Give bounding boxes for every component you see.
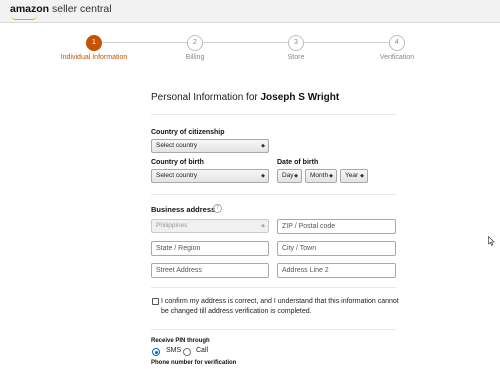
- sms-radio[interactable]: [152, 348, 160, 356]
- city-input[interactable]: City / Town: [277, 241, 396, 256]
- step-1-label: Individual Information: [60, 54, 128, 61]
- birth-year-value: Year: [345, 172, 359, 179]
- select-arrows-icon: ◆: [261, 173, 265, 179]
- birth-date-label: Date of birth: [277, 159, 319, 166]
- birth-day-select[interactable]: Day ◆: [277, 169, 302, 183]
- birth-month-value: Month: [310, 172, 329, 179]
- select-arrows-icon: ◆: [360, 173, 364, 179]
- step-3-circle: 3: [288, 35, 304, 51]
- pin-method-label: Receive PIN through: [151, 338, 210, 344]
- step-2-circle: 2: [187, 35, 203, 51]
- divider: [151, 329, 396, 330]
- citizenship-value: Select country: [156, 142, 198, 149]
- citizenship-select[interactable]: Select country ◆: [151, 139, 269, 153]
- mouse-pointer-icon: [488, 236, 495, 246]
- amazon-seller-central-logo[interactable]: amazon seller central: [10, 3, 112, 20]
- step-2-label: Billing: [185, 54, 205, 61]
- step-4-circle: 4: [389, 35, 405, 51]
- address-line2-input[interactable]: Address Line 2: [277, 263, 396, 278]
- step-3-label: Store: [287, 54, 305, 61]
- title-prefix: Personal Information for: [151, 92, 261, 103]
- step-connector: [101, 42, 187, 43]
- divider: [151, 114, 396, 115]
- address-country-value: Philippines: [156, 222, 188, 229]
- step-connector: [304, 42, 389, 43]
- state-input[interactable]: State / Region: [151, 241, 269, 256]
- call-radio[interactable]: [183, 348, 191, 356]
- birth-year-select[interactable]: Year ◆: [340, 169, 368, 183]
- business-address-label: Business address: [151, 205, 216, 214]
- address-country-select[interactable]: Philippines ◆: [151, 219, 269, 233]
- select-arrows-icon: ◆: [294, 173, 298, 179]
- birth-country-select[interactable]: Select country ◆: [151, 169, 269, 183]
- logo-brand: amazon: [10, 3, 50, 15]
- confirm-address-text: I confirm my address is correct, and I u…: [161, 298, 399, 315]
- progress-stepper: 1 2 3 4 Individual Information Billing S…: [0, 34, 500, 64]
- select-arrows-icon: ◆: [261, 223, 265, 229]
- top-bar: amazon seller central: [0, 0, 500, 23]
- birth-country-value: Select country: [156, 172, 198, 179]
- street-input[interactable]: Street Address: [151, 263, 269, 278]
- logo-product: seller central: [49, 3, 112, 15]
- zip-input[interactable]: ZIP / Postal code: [277, 219, 396, 234]
- help-icon[interactable]: ?: [213, 204, 222, 213]
- phone-verification-label: Phone number for verification: [151, 360, 237, 366]
- smile-logo-icon: [11, 15, 37, 20]
- call-label: Call: [196, 347, 209, 354]
- page-title: Personal Information for Joseph S Wright: [151, 92, 339, 103]
- sms-label: SMS: [166, 347, 182, 354]
- birth-country-label: Country of birth: [151, 159, 204, 166]
- title-name: Joseph S Wright: [260, 92, 340, 103]
- divider: [151, 287, 396, 288]
- citizenship-label: Country of citizenship: [151, 129, 225, 136]
- step-4-label: Verification: [379, 54, 415, 61]
- birth-day-value: Day: [282, 172, 294, 179]
- confirm-address-checkbox[interactable]: [152, 298, 159, 305]
- step-connector: [203, 42, 288, 43]
- birth-month-select[interactable]: Month ◆: [305, 169, 337, 183]
- step-1-circle: 1: [86, 35, 102, 51]
- select-arrows-icon: ◆: [329, 173, 333, 179]
- divider: [151, 194, 396, 195]
- select-arrows-icon: ◆: [261, 143, 265, 149]
